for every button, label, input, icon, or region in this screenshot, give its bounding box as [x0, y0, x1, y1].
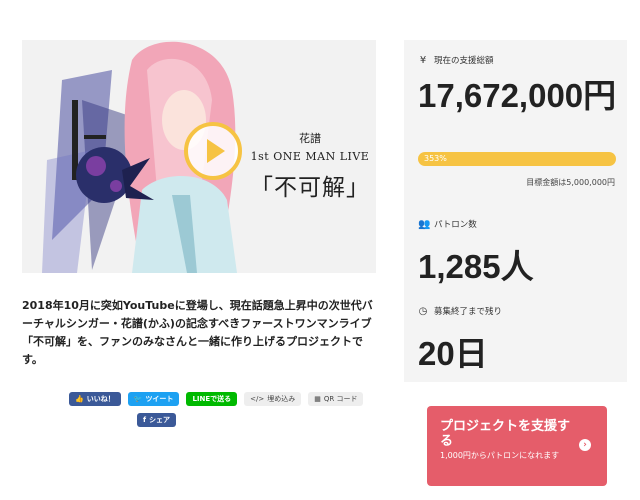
twitter-bird-icon: 🐦 [133, 395, 143, 403]
tweet-label: ツイート [145, 395, 174, 403]
line-send-button[interactable]: LINEで送る [186, 392, 238, 406]
patrons-label: 👥 パトロン数 [418, 218, 477, 231]
poster-text: 花譜 1st ONE MAN LIVE 「不可解」 [250, 130, 370, 202]
tweet-button[interactable]: 🐦 ツイート [127, 392, 180, 406]
play-icon [206, 139, 225, 163]
yen-icon: ¥ [419, 54, 427, 66]
embed-button[interactable]: </> 埋め込み [244, 392, 302, 406]
share-buttons-row2: f シェア [137, 413, 177, 427]
poster-subtitle: 1st ONE MAN LIVE [250, 150, 370, 163]
poster-title: 「不可解」 [250, 175, 370, 201]
clock-icon: ◷ [418, 305, 428, 317]
support-subtitle: 1,000円からパトロンになれます [440, 451, 560, 460]
funding-progress-bar: 353% [418, 152, 616, 166]
progress-percent: 353% [424, 154, 447, 163]
remaining-label: ◷ 募集終了まで残り [418, 305, 503, 318]
total-label-text: 現在の支援総額 [434, 56, 494, 66]
project-video[interactable]: 花譜 1st ONE MAN LIVE 「不可解」 [22, 40, 376, 273]
embed-label: 埋め込み [267, 395, 296, 403]
line-label: LINEで送る [192, 395, 232, 403]
days-remaining: 20日 [418, 335, 488, 372]
facebook-like-label: いいね！ [86, 395, 115, 403]
facebook-like-button[interactable]: 👍 いいね！ [69, 392, 121, 406]
total-label: ¥ 現在の支援総額 [418, 54, 494, 67]
total-amount: 17,672,000円 [418, 77, 617, 114]
patrons-label-text: パトロン数 [434, 220, 477, 230]
project-description: 2018年10月に突如YouTubeに登場し、現在話題急上昇中の次世代バーチャル… [22, 299, 373, 366]
facebook-share-label: シェア [149, 416, 171, 424]
play-button[interactable] [184, 122, 242, 180]
qr-label: QR コード [323, 395, 358, 403]
people-icon: 👥 [418, 218, 431, 230]
poster-artist: 花譜 [299, 132, 321, 145]
facebook-icon: f [143, 416, 147, 424]
support-title: プロジェクトを支援する [440, 419, 571, 449]
qr-code-button[interactable]: ▦ QR コード [308, 392, 364, 406]
qr-code-icon: ▦ [314, 395, 321, 403]
goal-amount: 目標金額は5,000,000円 [526, 178, 615, 187]
code-icon: </> [250, 395, 265, 403]
share-buttons: 👍 いいね！ 🐦 ツイート LINEで送る </> 埋め込み ▦ QR コード [69, 392, 364, 406]
patrons-count: 1,285人 [418, 248, 534, 285]
support-project-button[interactable]: プロジェクトを支援する 1,000円からパトロンになれます › [427, 406, 607, 486]
thumbs-up-icon: 👍 [75, 395, 84, 403]
remaining-label-text: 募集終了まで残り [434, 307, 503, 317]
funding-stats-panel: ¥ 現在の支援総額 17,672,000円 353% 目標金額は5,000,00… [404, 40, 627, 382]
chevron-right-icon: › [579, 439, 591, 451]
facebook-share-button[interactable]: f シェア [137, 413, 177, 427]
